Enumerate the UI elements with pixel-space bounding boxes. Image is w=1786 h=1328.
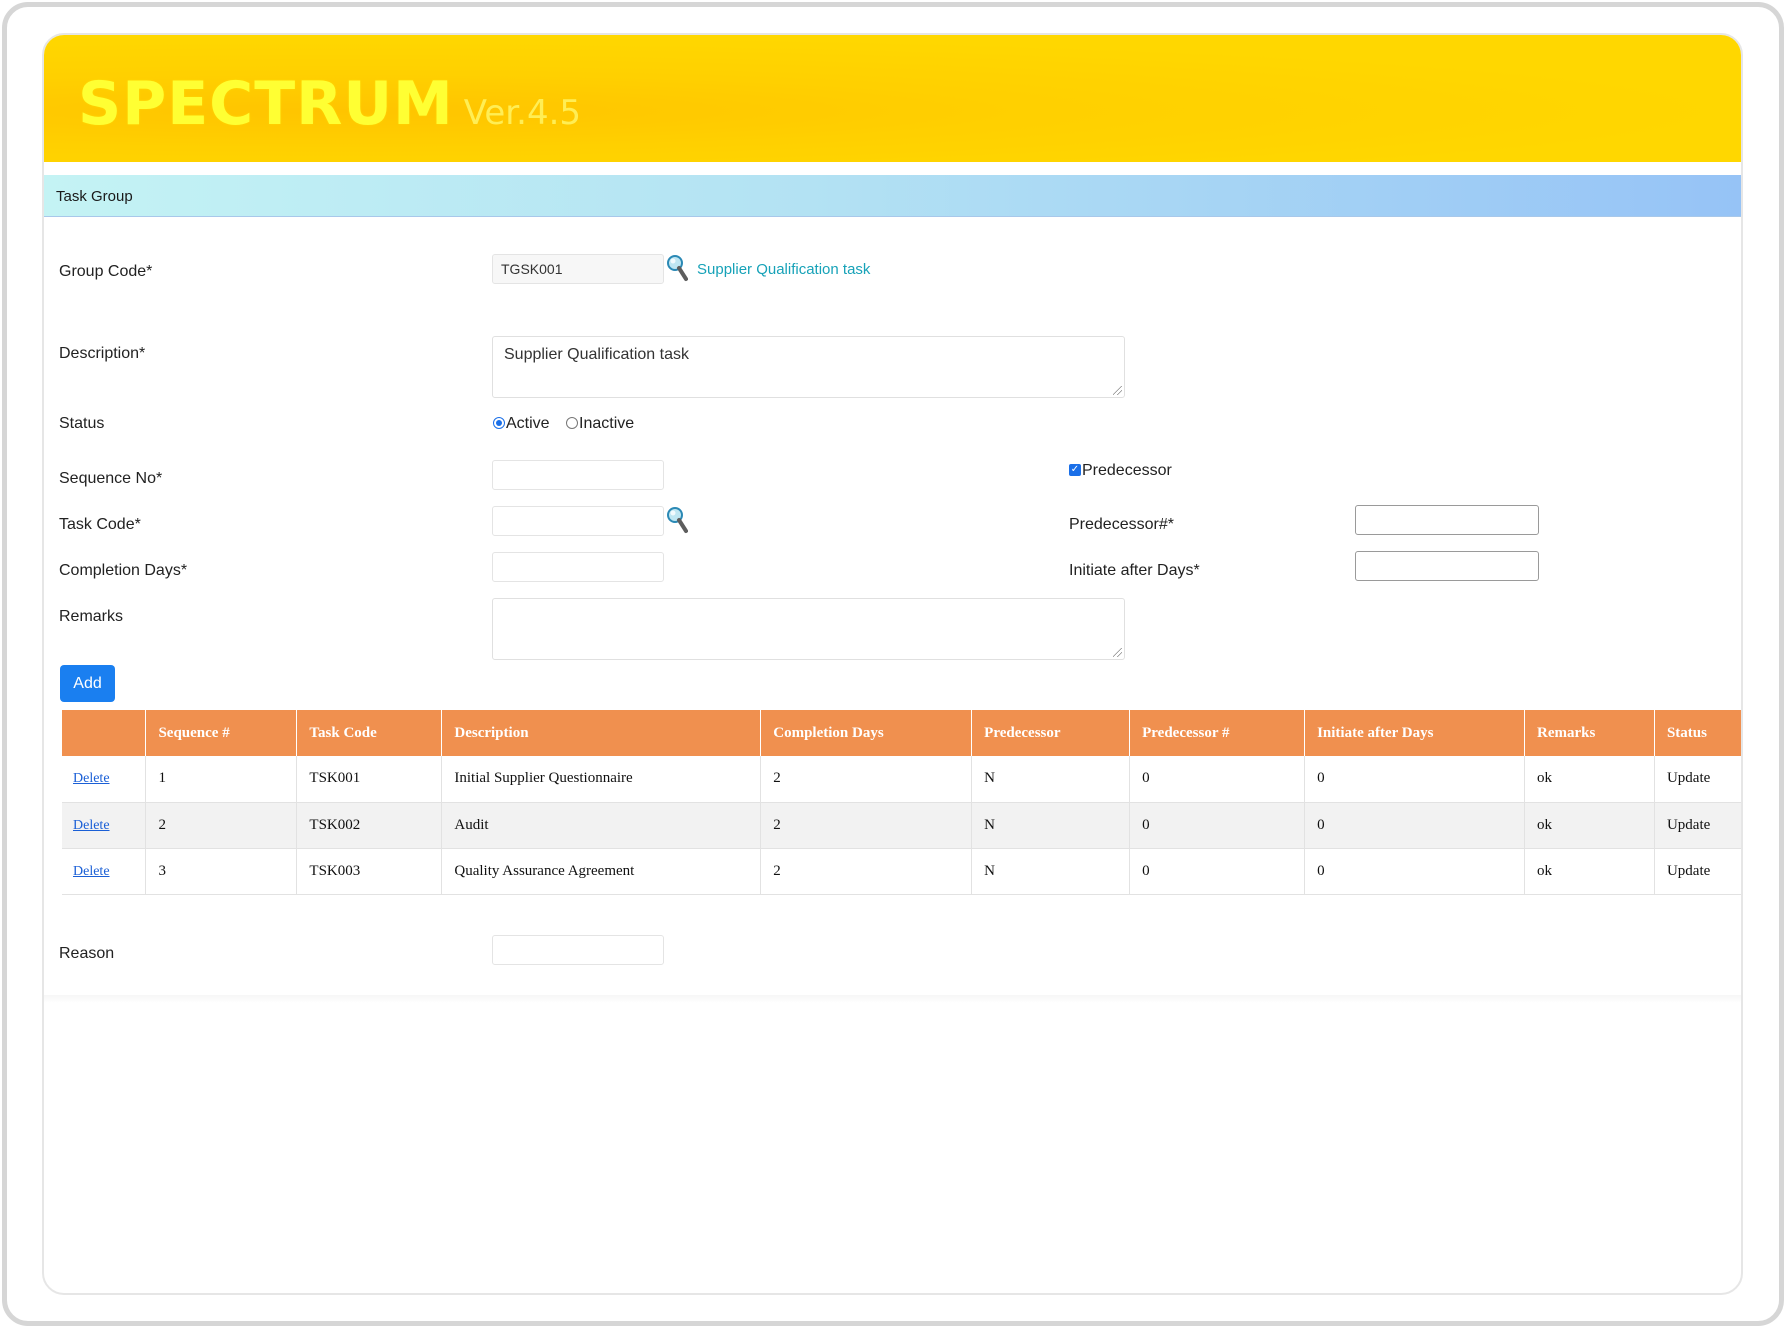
table-row: Delete 2 TSK002 Audit 2 N 0 0 ok Update — [62, 802, 1741, 849]
delete-link[interactable]: Delete — [73, 771, 110, 786]
table-cell: Update — [1654, 756, 1741, 803]
table-cell: 0 — [1129, 756, 1306, 803]
status-label: Status — [59, 415, 105, 432]
table-cell: ok — [1524, 848, 1655, 895]
completion-days-input[interactable] — [492, 552, 664, 582]
table-cell: 2 — [760, 756, 973, 803]
section-title: Task Group — [56, 188, 133, 205]
table-cell: Delete — [62, 756, 147, 803]
table-cell: 0 — [1304, 802, 1525, 849]
app-logo: SPECTRUM Ver.4.5 — [78, 69, 581, 139]
app-window: SPECTRUMVer.4.5 Task Group Group Code* S… — [42, 33, 1743, 1295]
column-header[interactable]: Description — [441, 710, 762, 756]
table-header-row: Sequence # Task Code Description Complet… — [62, 710, 1741, 756]
table-cell: N — [971, 848, 1131, 895]
table-cell: 0 — [1304, 848, 1525, 895]
delete-link[interactable]: Delete — [73, 818, 110, 833]
task-code-input[interactable] — [492, 506, 664, 536]
form-bottom-divider — [44, 995, 1741, 1003]
app-version: Ver.4.5 — [463, 93, 582, 133]
delete-link[interactable]: Delete — [73, 864, 110, 879]
column-header — [62, 710, 147, 756]
resize-handle-icon[interactable] — [1113, 386, 1122, 395]
predecessor-checkbox-label: Predecessor — [1082, 462, 1172, 479]
predecessor-checkbox[interactable]: ✓ — [1069, 464, 1081, 476]
column-header[interactable]: Predecessor # — [1129, 710, 1306, 756]
table-cell: 0 — [1129, 802, 1306, 849]
column-header[interactable]: Remarks — [1524, 710, 1655, 756]
column-header[interactable]: Completion Days — [760, 710, 973, 756]
add-button[interactable]: Add — [60, 665, 115, 702]
table-cell: Delete — [62, 848, 147, 895]
sequence-no-input[interactable] — [492, 460, 664, 490]
group-code-lookup-icon[interactable] — [666, 254, 688, 282]
table-cell: 0 — [1129, 848, 1306, 895]
table-row: Delete 3 TSK003 Quality Assurance Agreem… — [62, 848, 1741, 895]
table-cell: 3 — [145, 848, 298, 895]
predecessor-no-label: Predecessor#* — [1069, 516, 1174, 533]
table-cell: 1 — [145, 756, 298, 803]
table-row: Delete 1 TSK001 Initial Supplier Questio… — [62, 756, 1741, 803]
table-cell: Audit — [441, 802, 762, 849]
predecessor-no-input[interactable] — [1355, 505, 1539, 535]
table-cell: TSK002 — [296, 802, 443, 849]
group-code-lookup-text: Supplier Qualification task — [697, 261, 871, 278]
column-header[interactable]: Sequence # — [145, 710, 298, 756]
column-header[interactable]: Status — [1654, 710, 1741, 756]
remarks-label: Remarks — [59, 608, 124, 625]
table-cell: TSK003 — [296, 848, 443, 895]
app-name: SPECTRUM — [78, 69, 454, 139]
table-cell: 2 — [760, 802, 973, 849]
initiate-after-days-label: Initiate after Days* — [1069, 562, 1200, 579]
table-cell: N — [971, 802, 1131, 849]
status-active-radio[interactable] — [493, 417, 505, 429]
completion-days-label: Completion Days* — [59, 562, 188, 579]
table-cell: Update — [1654, 848, 1741, 895]
description-label: Description* — [59, 345, 146, 362]
table-cell: ok — [1524, 756, 1655, 803]
remarks-textarea[interactable] — [492, 598, 1125, 660]
header-banner: SPECTRUM Ver.4.5 — [44, 35, 1741, 162]
status-inactive-radio[interactable] — [566, 417, 578, 429]
column-header[interactable]: Task Code — [296, 710, 443, 756]
table-cell: 0 — [1304, 756, 1525, 803]
initiate-after-days-input[interactable] — [1355, 551, 1539, 581]
reason-label: Reason — [59, 945, 115, 962]
table-cell: 2 — [145, 802, 298, 849]
resize-handle-icon[interactable] — [1113, 648, 1122, 657]
table-cell: Update — [1654, 802, 1741, 849]
task-code-lookup-icon[interactable] — [666, 506, 688, 534]
task-table: Sequence # Task Code Description Complet… — [62, 710, 1741, 895]
column-header[interactable]: Initiate after Days — [1304, 710, 1525, 756]
reason-input[interactable] — [492, 935, 664, 965]
sequence-no-label: Sequence No* — [59, 470, 163, 487]
table-cell: 2 — [760, 848, 973, 895]
description-value: Supplier Qualification task — [504, 346, 689, 363]
group-code-label: Group Code* — [59, 263, 153, 280]
status-active-label: Active — [506, 415, 550, 432]
description-textarea[interactable]: Supplier Qualification task — [492, 336, 1125, 398]
status-inactive-label: Inactive — [579, 415, 635, 432]
column-header[interactable]: Predecessor — [971, 710, 1131, 756]
task-code-label: Task Code* — [59, 516, 141, 533]
table-cell: TSK001 — [296, 756, 443, 803]
table-cell: Initial Supplier Questionnaire — [441, 756, 762, 803]
section-header: Task Group — [44, 175, 1741, 217]
table-cell: ok — [1524, 802, 1655, 849]
group-code-input[interactable] — [492, 254, 664, 284]
table-cell: N — [971, 756, 1131, 803]
table-cell: Delete — [62, 802, 147, 849]
table-cell: Quality Assurance Agreement — [441, 848, 762, 895]
